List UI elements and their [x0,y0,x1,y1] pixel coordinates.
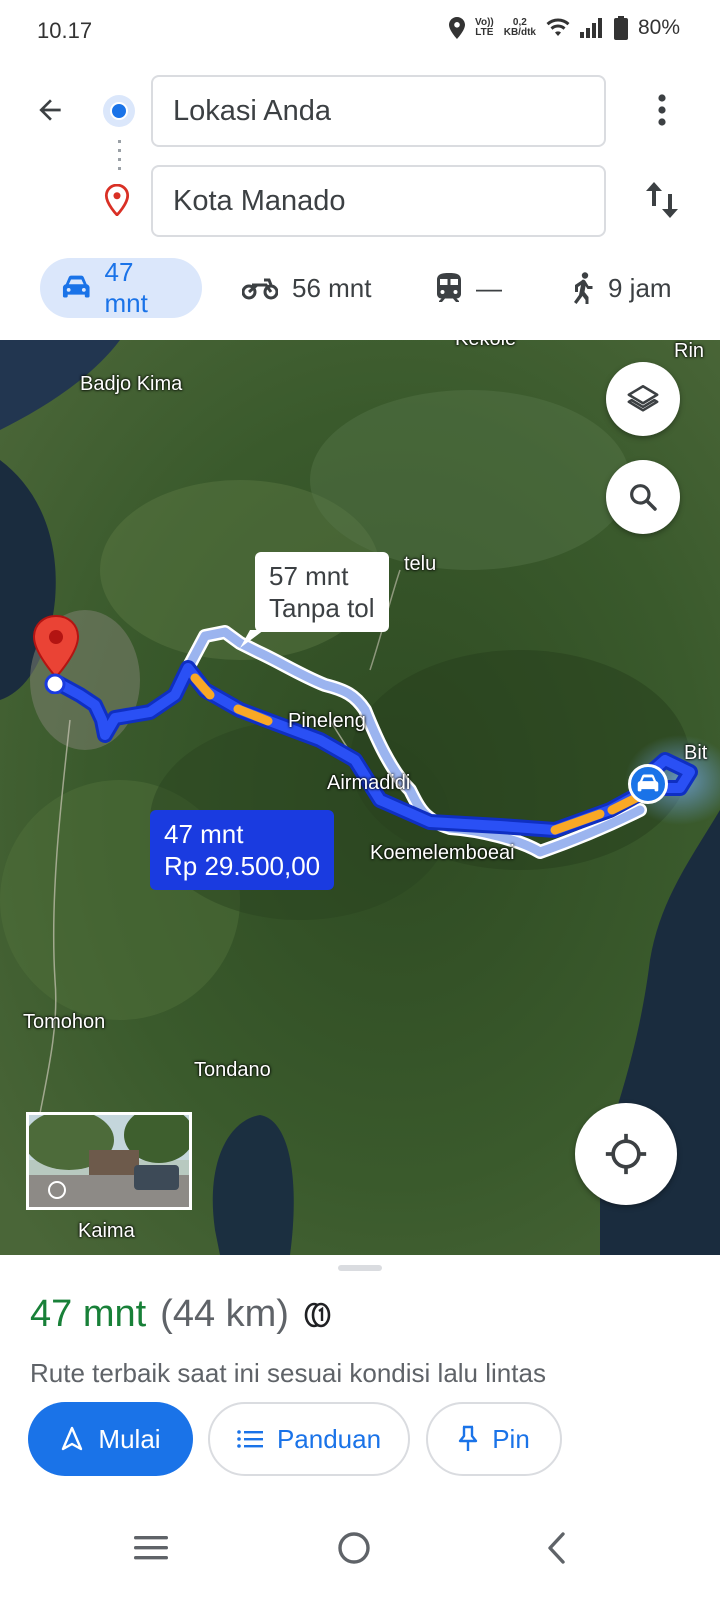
chevron-left-icon [548,1532,565,1564]
map-label: telu [404,553,437,575]
layers-button[interactable] [606,362,680,436]
steps-button[interactable]: Panduan [208,1402,410,1476]
more-vert-icon [658,94,666,126]
tab-drive[interactable]: 47 mnt [40,257,202,318]
map-label: Airmadidi [327,772,411,794]
search-icon [630,484,657,511]
swap-button[interactable] [640,175,684,225]
selected-route-callout[interactable]: 47 mnt Rp 29.500,00 [150,810,335,890]
callout-tail [240,630,264,648]
battery-icon [613,16,628,40]
menu-lines-icon [134,1536,168,1560]
tab-motorcycle-label: 56 mnt [292,272,372,303]
street-view-thumbnail[interactable] [26,1112,192,1210]
volte-indicator: Vo)) LTE [475,17,494,38]
tab-transit-label: — [476,272,502,303]
navigation-arrow-icon [62,1426,83,1451]
walk-icon [574,272,593,304]
map-view[interactable]: Badjo Kima Pineleng Airmadidi Koemelembo… [0,340,720,1255]
directions-header: Lokasi Anda Kota Manado 47 mnt 56 mnt — … [0,60,720,340]
tab-motorcycle[interactable]: 56 mnt [242,258,372,318]
map-label: Bit [684,742,708,764]
map-label: Kekole [455,340,516,351]
home-button[interactable] [324,1518,384,1578]
crosshair-location-icon [605,1133,647,1175]
route-description: Rute terbaik saat ini sesuai kondisi lal… [30,1358,546,1388]
pushpin-icon [459,1425,478,1451]
route-distance: (44 km) [160,1293,289,1335]
my-location-button[interactable] [575,1103,677,1205]
toll-icon [304,1302,331,1327]
status-bar: 10.17 Vo)) LTE 0,2 KB/dtk 80% [0,0,720,60]
route-duration: 47 mnt [30,1293,147,1335]
signal-icon [579,18,602,38]
destination-map-pin-icon [32,614,80,694]
origin-marker-icon [103,95,135,127]
layers-icon [627,384,659,412]
drag-handle[interactable] [338,1265,382,1271]
tab-walk[interactable]: 9 jam [572,258,672,318]
origin-car-marker-icon [628,764,668,804]
wifi-icon [546,18,570,36]
battery-level: 80% [637,16,680,39]
tab-transit[interactable]: — [436,258,502,318]
train-icon [437,273,461,302]
travel-mode-tabs: 47 mnt 56 mnt — 9 jam [40,257,700,318]
map-label: Tomohon [23,1011,106,1033]
map-label: Pineleng [288,710,366,732]
route-connector [118,140,121,172]
destination-input[interactable]: Kota Manado [151,165,606,237]
map-label: Badjo Kima [80,373,183,395]
map-label: Rin [674,340,705,362]
map-label: Kaima [78,1220,135,1242]
status-time: 10.17 [37,18,93,43]
destination-pin-icon [104,183,130,217]
location-icon [449,17,466,39]
map-label: Tondano [194,1059,271,1081]
network-speed: 0,2 KB/dtk [503,17,536,38]
arrow-back-icon [39,99,61,121]
system-back-button[interactable] [526,1518,586,1578]
origin-input[interactable]: Lokasi Anda [151,75,606,147]
recent-apps-button[interactable] [121,1518,181,1578]
tab-walk-label: 9 jam [608,272,672,303]
car-icon [62,275,90,298]
system-navigation-bar [0,1500,720,1600]
home-circle-icon [338,1532,370,1564]
back-button[interactable] [28,88,72,132]
search-along-route-button[interactable] [606,460,680,534]
list-icon [237,1430,263,1448]
map-label: Koemelemboeai [370,842,515,864]
tab-drive-label: 47 mnt [104,257,148,318]
motorcycle-icon [242,278,278,300]
pin-route-button[interactable]: Pin [426,1402,562,1476]
alternate-route-callout[interactable]: 57 mnt Tanpa tol [255,552,389,632]
more-options-button[interactable] [640,88,684,132]
start-navigation-button[interactable]: Mulai [28,1402,193,1476]
swap-vertical-icon [646,182,678,218]
street-view-image [29,1115,189,1207]
